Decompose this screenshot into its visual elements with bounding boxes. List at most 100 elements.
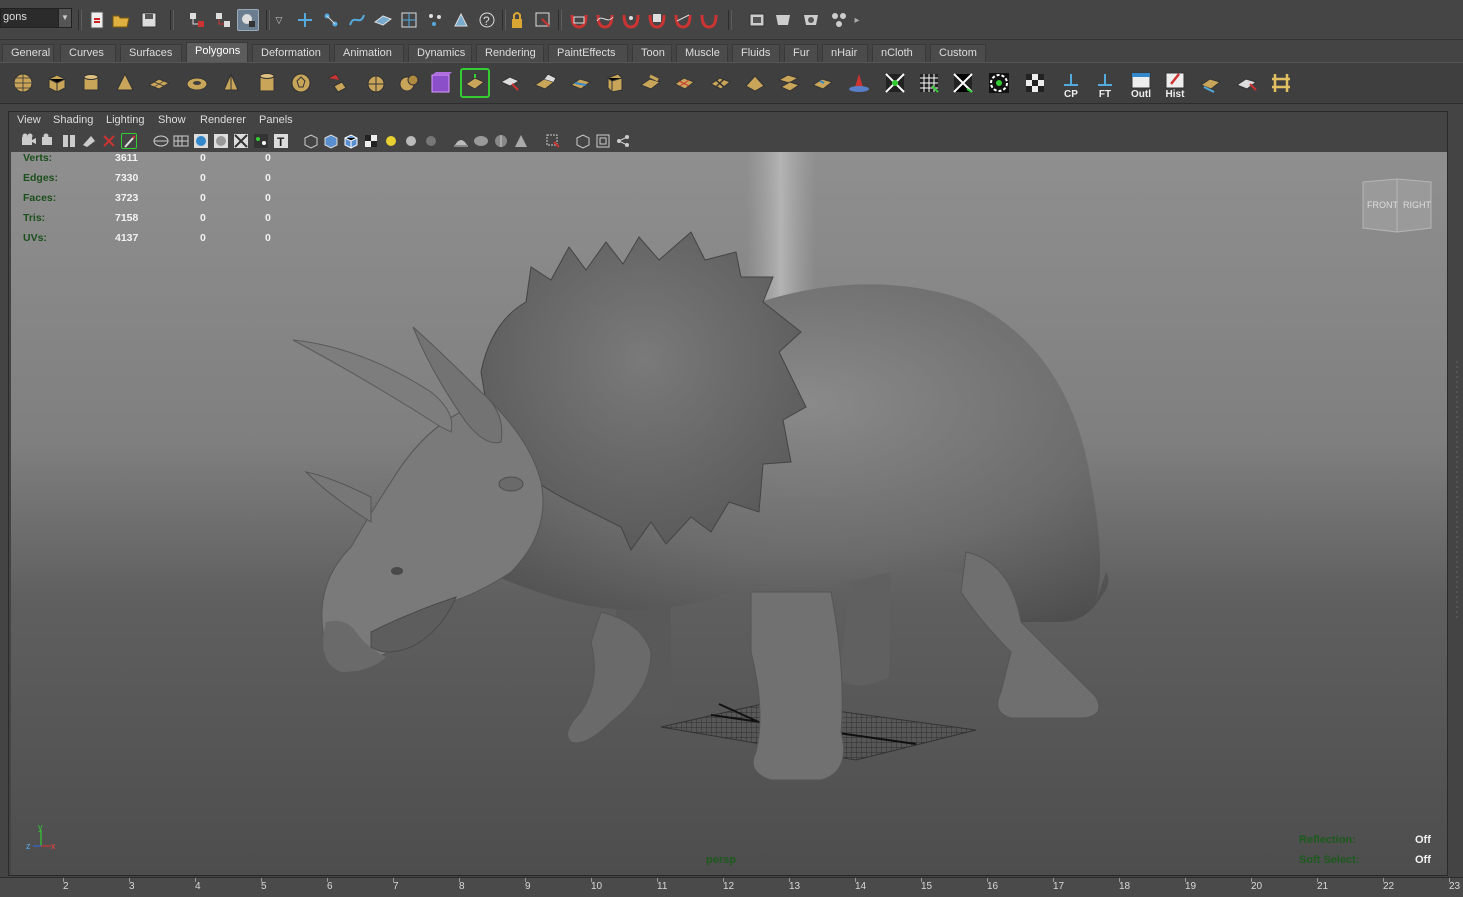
insert-edge-loop-icon[interactable] <box>600 68 630 98</box>
freeze-transforms-icon[interactable]: FT <box>1090 68 1120 100</box>
mask-dropdown-icon[interactable]: ▽ <box>272 9 286 31</box>
select-handles-icon[interactable] <box>294 9 316 31</box>
select-misc-icon[interactable]: ? <box>476 9 498 31</box>
sculpt-geometry-icon[interactable] <box>844 68 874 98</box>
camera-attributes-icon[interactable] <box>41 133 57 149</box>
smooth-shade-icon[interactable] <box>193 133 209 149</box>
wireframe-icon[interactable] <box>153 133 169 149</box>
wedge-face-icon[interactable] <box>774 68 804 98</box>
tab-general[interactable]: General <box>2 44 54 62</box>
view-cube[interactable]: FRONT RIGHT <box>1361 178 1435 236</box>
append-polygon-icon[interactable] <box>530 68 560 98</box>
extract-icon[interactable] <box>394 68 424 98</box>
poly-pipe-icon[interactable] <box>252 68 282 98</box>
tab-painteffects[interactable]: PaintEffects <box>548 44 628 62</box>
grid-toggle-icon[interactable] <box>173 133 189 149</box>
ipr-render-icon[interactable] <box>772 9 794 31</box>
uv-texture-editor-icon[interactable] <box>880 68 910 98</box>
open-scene-icon[interactable] <box>110 9 132 31</box>
expand-arrow-icon[interactable]: ▸ <box>852 9 862 31</box>
textured-icon[interactable] <box>213 133 229 149</box>
tab-nhair[interactable]: nHair <box>822 44 868 62</box>
center-pivot-icon[interactable]: CP <box>1056 68 1086 100</box>
view-cube-front[interactable]: FRONT <box>1367 200 1398 210</box>
default-light-icon[interactable] <box>383 133 399 149</box>
bridge-icon[interactable] <box>496 68 526 98</box>
highlight-selection-icon[interactable] <box>532 9 554 31</box>
select-curves-icon[interactable] <box>346 9 368 31</box>
select-rendering-icon[interactable] <box>450 9 472 31</box>
new-scene-icon[interactable] <box>86 9 108 31</box>
split-polygon-icon[interactable] <box>566 68 596 98</box>
tab-dynamics[interactable]: Dynamics <box>408 44 472 62</box>
single-pane-icon[interactable] <box>575 133 591 149</box>
tab-curves[interactable]: Curves <box>60 44 116 62</box>
spherical-mapping-icon[interactable] <box>984 68 1014 98</box>
poly-cylinder-icon[interactable] <box>76 68 106 98</box>
menu-lighting[interactable]: Lighting <box>106 114 145 126</box>
shadows-icon[interactable] <box>253 133 269 149</box>
ambient-occlusion-icon[interactable] <box>453 133 469 149</box>
automatic-mapping-icon[interactable] <box>1020 68 1050 98</box>
no-lights-icon[interactable] <box>423 133 439 149</box>
menu-view[interactable]: View <box>17 114 41 126</box>
separate-icon[interactable] <box>360 68 390 98</box>
tab-fur[interactable]: Fur <box>784 44 818 62</box>
shaded-cube-icon[interactable] <box>323 133 339 149</box>
lock-selection-icon[interactable] <box>506 9 528 31</box>
anti-aliasing-icon[interactable] <box>493 133 509 149</box>
snap-live-icon[interactable] <box>672 9 694 31</box>
snap-view-plane-icon[interactable] <box>646 9 668 31</box>
tab-rendering[interactable]: Rendering <box>476 44 544 62</box>
tab-muscle[interactable]: Muscle <box>676 44 728 62</box>
tab-toon[interactable]: Toon <box>632 44 672 62</box>
poly-plane-icon[interactable] <box>144 68 174 98</box>
isolate-select-icon[interactable] <box>545 133 561 149</box>
select-object-icon[interactable] <box>212 9 234 31</box>
node-share-icon[interactable] <box>615 133 631 149</box>
menu-panels[interactable]: Panels <box>259 114 293 126</box>
combine-icon[interactable] <box>322 68 352 98</box>
tab-animation[interactable]: Animation <box>334 44 404 62</box>
use-all-lights-icon[interactable] <box>233 133 249 149</box>
four-pane-icon[interactable] <box>595 133 611 149</box>
merge-vertices-icon[interactable] <box>1232 68 1262 98</box>
extrude-icon[interactable] <box>460 68 490 98</box>
tab-fluids[interactable]: Fluids <box>732 44 780 62</box>
perspective-viewport[interactable]: Verts: 3611 0 0 Edges: 7330 0 0 Faces: 3… <box>11 152 1447 875</box>
make-live-icon[interactable] <box>698 9 720 31</box>
tab-ncloth[interactable]: nCloth <box>872 44 926 62</box>
poly-sphere-icon[interactable] <box>8 68 38 98</box>
image-plane-icon[interactable] <box>81 133 97 149</box>
cylindrical-mapping-icon[interactable] <box>948 68 978 98</box>
all-lights-icon[interactable] <box>403 133 419 149</box>
snap-grid-icon[interactable] <box>568 9 590 31</box>
tab-deformation[interactable]: Deformation <box>252 44 330 62</box>
depth-of-field-icon[interactable] <box>513 133 529 149</box>
select-deformations-icon[interactable] <box>398 9 420 31</box>
hypershade-icon[interactable] <box>828 9 850 31</box>
outliner-icon[interactable]: Outl <box>1126 68 1156 100</box>
save-scene-icon[interactable] <box>138 9 160 31</box>
menu-show[interactable]: Show <box>158 114 186 126</box>
menu-set-selector[interactable]: gons ▼ <box>0 8 72 28</box>
chevron-down-icon[interactable]: ▼ <box>58 9 71 27</box>
select-camera-icon[interactable] <box>21 133 37 149</box>
snap-curve-icon[interactable] <box>594 9 616 31</box>
offset-edge-loop-icon[interactable] <box>636 68 666 98</box>
tab-surfaces[interactable]: Surfaces <box>120 44 182 62</box>
text-hud-icon[interactable]: T <box>273 133 289 149</box>
poly-torus-icon[interactable] <box>182 68 212 98</box>
smooth-proxy-icon[interactable] <box>426 68 456 98</box>
poly-cube-icon[interactable] <box>42 68 72 98</box>
select-surfaces-icon[interactable] <box>372 9 394 31</box>
render-current-frame-icon[interactable] <box>746 9 768 31</box>
tab-custom[interactable]: Custom <box>930 44 986 62</box>
motion-blur-icon[interactable] <box>473 133 489 149</box>
menu-shading[interactable]: Shading <box>53 114 93 126</box>
poly-cone-icon[interactable] <box>110 68 140 98</box>
poly-soccer-ball-icon[interactable] <box>286 68 316 98</box>
cut-faces-icon[interactable] <box>706 68 736 98</box>
add-divisions-icon[interactable] <box>670 68 700 98</box>
delete-history-icon[interactable]: Hist <box>1160 68 1190 100</box>
